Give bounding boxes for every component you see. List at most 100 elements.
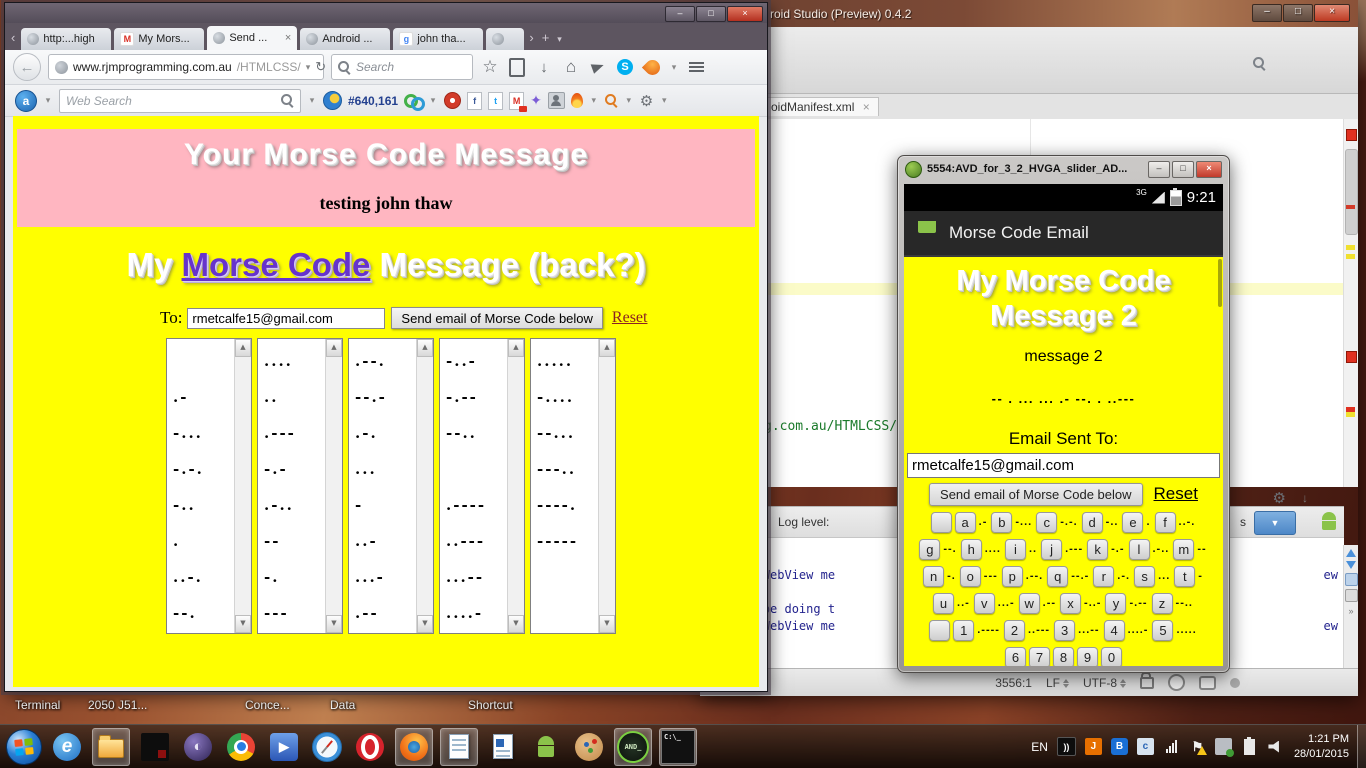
bluetooth-icon[interactable]: B xyxy=(1111,738,1128,755)
media-player-icon[interactable]: ▶ xyxy=(266,729,302,765)
menu-hamburger-icon[interactable] xyxy=(686,62,706,72)
browser-search-field[interactable]: Search xyxy=(331,54,473,80)
toolbar-gear-icon[interactable]: ⚙ xyxy=(640,92,653,110)
morse-key-y[interactable]: y xyxy=(1105,593,1126,614)
editor-scrollbar-thumb[interactable] xyxy=(1345,149,1358,235)
morse-key-h[interactable]: h xyxy=(961,539,982,560)
desktop-icon-label[interactable]: Data xyxy=(330,698,355,712)
gear-caret-icon[interactable]: ▾ xyxy=(659,95,669,106)
more-actions-icon[interactable]: » xyxy=(1344,606,1358,616)
lock-icon[interactable] xyxy=(1140,677,1154,689)
morse-key-m[interactable]: m xyxy=(1173,539,1194,560)
morse-key-t[interactable]: t xyxy=(1174,566,1195,587)
morse-option[interactable]: .--- xyxy=(258,416,326,452)
restore-output-icon[interactable] xyxy=(1345,589,1358,602)
opera-icon[interactable] xyxy=(352,729,388,765)
morse-key-d[interactable]: d xyxy=(1082,512,1103,533)
safely-remove-icon[interactable] xyxy=(1215,738,1232,755)
morse-listbox[interactable]: .--.--.-.-....-..-...-.--▲▼ xyxy=(348,338,434,634)
emulator-maximize-button[interactable]: □ xyxy=(1172,161,1194,178)
morse-key-a[interactable]: a xyxy=(955,512,976,533)
morse-option[interactable]: .- xyxy=(167,380,235,416)
logcat-export-icon[interactable]: ↓ xyxy=(1302,491,1308,505)
morse-listbox[interactable]: -..--.----...----..---...--....-▲▼ xyxy=(439,338,525,634)
morse-key-7[interactable]: 7 xyxy=(1029,647,1050,666)
morse-option[interactable]: --- xyxy=(258,596,326,632)
addon-fox-icon[interactable] xyxy=(642,60,662,75)
url-history-caret-icon[interactable]: ▾ xyxy=(306,62,311,73)
listbox-scrollbar[interactable]: ▲▼ xyxy=(416,339,433,633)
alexa-rank-counter[interactable]: #640,161 xyxy=(348,94,398,108)
scroll-down-icon[interactable]: ▼ xyxy=(235,615,251,633)
morse-key-w[interactable]: w xyxy=(1019,593,1040,614)
morse-key-c[interactable]: c xyxy=(1036,512,1057,533)
morse-option[interactable]: --.. xyxy=(440,416,508,452)
desktop-icon-label[interactable]: 2050 J51... xyxy=(88,698,147,712)
browser-titlebar[interactable]: – □ × xyxy=(5,3,767,23)
language-indicator[interactable]: EN xyxy=(1031,738,1048,755)
morse-option[interactable]: -- xyxy=(258,524,326,560)
morse-key-u[interactable]: u xyxy=(933,593,954,614)
error-mark[interactable] xyxy=(1346,351,1357,363)
desktop-icon-label[interactable]: Shortcut xyxy=(468,698,513,712)
morse-option[interactable]: - xyxy=(349,488,417,524)
notepad-icon[interactable] xyxy=(440,728,478,766)
studio-tab-close-icon[interactable]: × xyxy=(863,100,870,114)
link-checker-icon[interactable] xyxy=(404,94,422,108)
warning-mark[interactable] xyxy=(1346,412,1355,417)
morse-option[interactable]: --. xyxy=(167,596,235,632)
safari-icon[interactable] xyxy=(309,729,345,765)
app-reset-link[interactable]: Reset xyxy=(1154,484,1198,504)
morse-option[interactable]: --.- xyxy=(349,380,417,416)
command-prompt-icon[interactable]: C:\_ xyxy=(659,728,697,766)
scroll-down-icon[interactable]: ▼ xyxy=(599,615,615,633)
line-separator-selector[interactable]: LF xyxy=(1046,676,1069,690)
morse-option[interactable]: ----- xyxy=(531,524,599,560)
email-to-input[interactable] xyxy=(187,308,385,329)
show-desktop-button[interactable] xyxy=(1357,725,1366,768)
studio-tab-androidmanifest[interactable]: oidManifest.xml × xyxy=(762,97,879,116)
scroll-up-icon[interactable]: ▲ xyxy=(599,339,615,357)
browser-tab[interactable]: http:...high xyxy=(21,28,111,50)
tab-scroll-left-icon[interactable]: ‹ xyxy=(11,30,15,45)
studio-search-icon[interactable] xyxy=(1253,57,1266,70)
listbox-scrollbar[interactable]: ▲▼ xyxy=(598,339,615,633)
morse-option[interactable]: . xyxy=(167,524,235,560)
studio-maximize-button[interactable]: □ xyxy=(1283,4,1313,22)
morse-key-5[interactable]: 5 xyxy=(1152,620,1173,641)
browser-tab[interactable]: gjohn tha... xyxy=(393,28,483,50)
morse-key-j[interactable]: j xyxy=(1041,539,1062,560)
scroll-up-icon[interactable]: ▲ xyxy=(508,339,524,357)
morse-key-1[interactable]: 1 xyxy=(953,620,974,641)
scroll-to-bottom-icon[interactable] xyxy=(1346,561,1356,569)
warning-mark[interactable] xyxy=(1346,254,1355,259)
volume-mixer-icon[interactable]: )) xyxy=(1057,737,1076,756)
eclipse-icon[interactable]: ◐ xyxy=(180,729,216,765)
morse-option[interactable]: ----. xyxy=(531,488,599,524)
speaker-icon[interactable] xyxy=(1267,738,1284,755)
morse-option[interactable]: -.-. xyxy=(167,452,235,488)
morse-option[interactable]: ... xyxy=(349,452,417,488)
start-button[interactable] xyxy=(6,729,42,765)
inspections-profile-icon[interactable] xyxy=(1168,674,1185,691)
morse-key-8[interactable]: 8 xyxy=(1053,647,1074,666)
web-search-caret-icon[interactable]: ▾ xyxy=(307,95,317,106)
morse-key-blank[interactable] xyxy=(931,512,952,533)
morse-option[interactable]: -. xyxy=(258,560,326,596)
contacts-addon-icon[interactable] xyxy=(548,92,565,109)
morse-key-e[interactable]: e xyxy=(1122,512,1143,533)
firefox-icon[interactable] xyxy=(395,728,433,766)
browser-tab[interactable]: Android ... xyxy=(300,28,390,50)
gmail-notifier-icon[interactable]: M xyxy=(509,92,524,110)
morse-key-2[interactable]: 2 xyxy=(1004,620,1025,641)
morse-key-v[interactable]: v xyxy=(974,593,995,614)
morse-listbox[interactable]: .....-....--...---..----.-----▲▼ xyxy=(530,338,616,634)
morse-option[interactable]: .-. xyxy=(349,416,417,452)
morse-key-z[interactable]: z xyxy=(1152,593,1173,614)
chrome-icon[interactable] xyxy=(223,729,259,765)
morse-key-0[interactable]: 0 xyxy=(1101,647,1122,666)
morse-key-f[interactable]: f xyxy=(1155,512,1176,533)
desktop-icon-label[interactable]: Conce... xyxy=(245,698,290,712)
reload-icon[interactable]: ↻ xyxy=(315,59,326,75)
home-icon[interactable]: ⌂ xyxy=(561,57,581,77)
